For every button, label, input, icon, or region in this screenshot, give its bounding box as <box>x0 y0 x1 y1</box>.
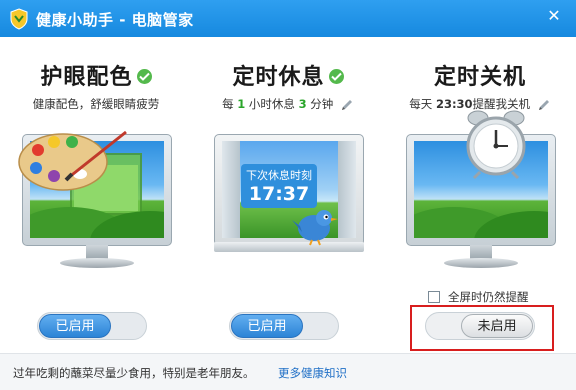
break-timer-title: 定时休息 <box>192 59 384 91</box>
shutdown-title: 定时关机 <box>433 65 526 90</box>
fullscreen-reminder-option[interactable]: 全屏时仍然提醒 <box>428 289 529 305</box>
eye-care-toggle[interactable]: 已启用 <box>37 312 147 340</box>
fullscreen-reminder-checkbox[interactable] <box>428 291 440 303</box>
next-break-label: 下次休息时刻 <box>246 169 312 182</box>
next-break-bubble: 下次休息时刻 17:37 <box>241 164 317 208</box>
window-illustration: 下次休息时刻 17:37 <box>214 134 364 274</box>
break-timer-section: 定时休息 每 1 小时休息 3 分钟 下次休息时刻 17:37 已启用 <box>192 37 384 353</box>
main-panel: 护眼配色 健康配色，舒缓眼睛疲劳 已启用 定时休息 每 1 小时休息 3 分钟 … <box>0 37 576 353</box>
window-title: 健康小助手 - 电脑管家 <box>36 11 194 29</box>
break-timer-toggle-label: 已启用 <box>231 314 303 338</box>
edit-pencil-icon[interactable] <box>537 98 551 112</box>
fullscreen-reminder-label: 全屏时仍然提醒 <box>448 290 529 304</box>
next-break-time: 17:37 <box>248 183 310 205</box>
footer-bar: 过年吃剩的蘸菜尽量少食用，特别是老年朋友。 更多健康知识 <box>0 353 576 390</box>
break-interval-hours: 1 <box>237 97 246 111</box>
title-bar: 健康小助手 - 电脑管家 ✕ <box>0 0 576 37</box>
eye-care-section: 护眼配色 健康配色，舒缓眼睛疲劳 已启用 <box>0 37 192 353</box>
alarm-clock-icon <box>466 110 526 180</box>
break-timer-toggle[interactable]: 已启用 <box>229 312 339 340</box>
break-timer-subtitle: 每 1 小时休息 3 分钟 <box>192 96 384 112</box>
bird-icon <box>292 210 338 246</box>
more-health-knowledge-link[interactable]: 更多健康知识 <box>278 365 347 381</box>
close-icon[interactable]: ✕ <box>544 6 564 26</box>
highlight-box <box>410 305 554 351</box>
health-tip: 过年吃剩的蘸菜尽量少食用，特别是老年朋友。 <box>13 366 255 380</box>
monitor-clock-illustration <box>406 110 556 274</box>
enabled-check-icon <box>328 68 344 84</box>
edit-pencil-icon[interactable] <box>340 98 354 112</box>
eye-care-subtitle: 健康配色，舒缓眼睛疲劳 <box>32 97 160 111</box>
eye-care-toggle-label: 已启用 <box>39 314 111 338</box>
palette-icon <box>18 130 127 191</box>
shield-logo-icon <box>10 8 28 30</box>
monitor-illustration <box>18 130 172 274</box>
break-duration-minutes: 3 <box>298 97 307 111</box>
enabled-check-icon <box>136 68 152 84</box>
eye-care-title: 护眼配色 <box>0 59 192 91</box>
